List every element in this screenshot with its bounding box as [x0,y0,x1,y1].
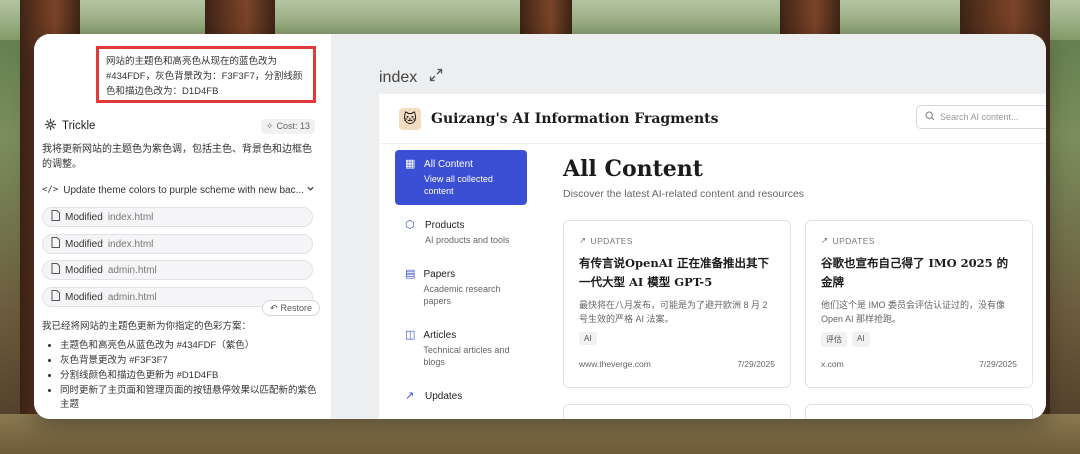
preview-file-label: index [379,68,418,86]
list-item: 分割线颜色和描边色更新为 #D1D4FB [60,369,317,383]
modified-file-item[interactable]: Modified index.html [42,207,313,227]
card-date: 7/29/2025 [737,359,775,369]
modified-file-item[interactable]: Modified admin.html [42,260,313,280]
cube-icon: ⬡ [405,219,415,231]
file-icon [51,237,60,251]
card-source: x.com [821,359,844,369]
chat-panel: 网站的主题色和高亮色从现在的蓝色改为 #434FDF，灰色背景改为：F3F3F7… [34,34,331,419]
file-icon [51,263,60,277]
content-card[interactable] [805,404,1033,419]
card-category: UPDATES [832,235,875,246]
sparkle-icon: ✧ [265,120,274,131]
chevron-down-icon [306,184,315,196]
undo-icon: ↶ [270,302,278,313]
grid-icon: ▦ [405,158,416,170]
app-window: 网站的主题色和高亮色从现在的蓝色改为 #434FDF，灰色背景改为：F3F3F7… [34,34,1046,419]
site-preview: 🐱 Guizang's AI Information Fragments Sea… [379,94,1046,419]
trend-icon: ↗ [821,235,829,245]
card-category: UPDATES [590,235,633,246]
task-toggle[interactable]: </> Update theme colors to purple scheme… [42,182,315,198]
agent-name: Trickle [62,120,96,132]
card-title: 谷歌也宣布自己得了 IMO 2025 的金牌 [821,256,1009,289]
card-description: 他们这个是 IMO 委员会评估认证过的，没有像 Open AI 那样抢跑。 [821,300,1006,324]
nav-item-products[interactable]: ⬡ Products AI products and tools [395,211,527,254]
nav-item-updates[interactable]: ↗ Updates [395,382,527,411]
content-card[interactable]: ↗ UPDATES 有传言说OpenAI 正在准备推出其下一代大型 AI 模型 … [563,220,791,388]
restore-button[interactable]: ↶ Restore [262,300,321,316]
page-title: All Content [563,156,703,182]
book-icon: ◫ [405,329,416,341]
card-tag[interactable]: AI [852,332,870,347]
preview-panel: index 🐱 Guizang's AI Information Fragmen… [331,34,1046,419]
document-icon: ▤ [405,268,416,280]
card-tag[interactable]: AI [579,332,597,345]
task-title: Update theme colors to purple scheme wit… [63,184,304,196]
card-source: www.theverge.com [579,359,651,369]
content-card[interactable] [563,404,791,419]
card-title: 有传言说OpenAI 正在准备推出其下一代大型 AI 模型 GPT-5 [579,256,770,289]
user-message: 网站的主题色和高亮色从现在的蓝色改为 #434FDF，灰色背景改为：F3F3F7… [96,46,316,103]
category-nav: ▦ All Content View all collected content… [395,150,527,417]
file-icon [51,210,60,224]
content-area: All Content Discover the latest AI-relat… [563,156,1046,200]
summary-list: 主题色和高亮色从蓝色改为 #434FDF（紫色） 灰色背景更改为 #F3F3F7… [42,339,317,412]
search-input[interactable]: Search AI content... [916,105,1046,129]
nav-item-papers[interactable]: ▤ Papers Academic research papers [395,260,527,315]
card-tag[interactable]: 评估 [821,332,847,347]
card-date: 7/29/2025 [979,359,1017,369]
site-header: 🐱 Guizang's AI Information Fragments Sea… [379,94,1046,144]
trickle-logo-icon [44,118,57,134]
trend-icon: ↗ [579,235,587,245]
nav-item-articles[interactable]: ◫ Articles Technical articles and blogs [395,321,527,376]
expand-icon[interactable] [429,68,443,87]
agent-summary: 我已经将网站的主题色更新为你指定的色彩方案： 主题色和高亮色从蓝色改为 #434… [42,320,317,413]
page-description: Discover the latest AI-related content a… [563,188,805,200]
nav-item-all-content[interactable]: ▦ All Content View all collected content [395,150,527,205]
cost-badge: ✧ Cost: 13 [260,118,315,134]
modified-file-item[interactable]: Modified index.html [42,234,313,254]
content-card[interactable]: ↗ UPDATES 谷歌也宣布自己得了 IMO 2025 的金牌 他们这个是 I… [805,220,1033,388]
card-description: 最快将在八月发布，可能是为了避开欧洲 8 月 2 号生效的严格 AI 法案。 [579,300,768,324]
file-icon [51,290,60,304]
site-logo-icon: 🐱 [399,107,421,130]
list-item: 同时更新了主页面和管理页面的按钮悬停效果以匹配新的紫色主题 [60,384,317,412]
code-icon: </> [42,185,59,195]
agent-header: Trickle ✧ Cost: 13 [44,116,315,136]
list-item: 灰色背景更改为 #F3F3F7 [60,354,317,368]
list-item: 主题色和高亮色从蓝色改为 #434FDF（紫色） [60,339,317,353]
agent-intro-text: 我将更新网站的主题色为紫色调，包括主色、背景色和边框色的调整。 [42,144,312,170]
search-icon [925,111,935,123]
site-title: Guizang's AI Information Fragments [431,110,719,127]
trend-icon: ↗ [405,390,415,402]
